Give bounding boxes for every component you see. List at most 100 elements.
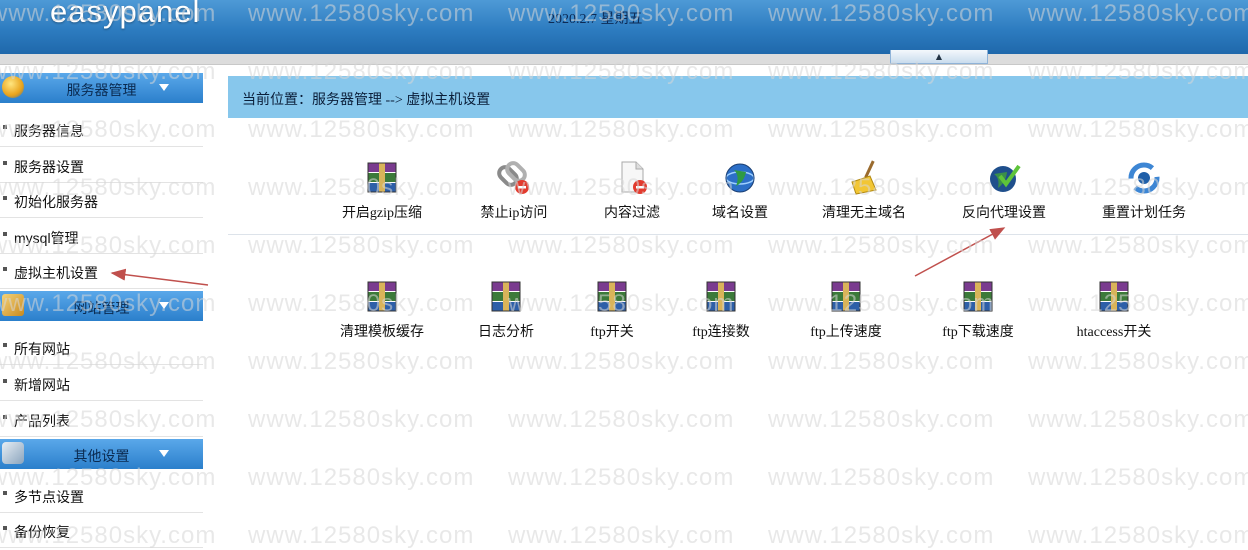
sidebar-item-mysql[interactable]: mysql管理 — [0, 218, 203, 254]
globe-icon — [725, 163, 755, 193]
tool-ftp-download-speed[interactable]: ftp下载速度 — [918, 279, 1038, 349]
tool-label: ftp开关 — [590, 325, 634, 340]
sidebar-item-label: 产品列表 — [14, 413, 70, 429]
tool-label: 域名设置 — [712, 206, 768, 221]
bullet-icon — [3, 232, 7, 236]
tool-domain-settings[interactable]: 域名设置 — [680, 160, 800, 230]
bullet-icon — [3, 125, 7, 129]
tool-clean-orphan-domains[interactable]: 清理无主域名 — [804, 160, 924, 230]
sidebar-item-label: 服务器信息 — [14, 123, 84, 139]
document-block-icon — [621, 161, 647, 194]
sidebar-item-label: 备份恢复 — [14, 524, 70, 540]
tool-clear-template-cache[interactable]: 清理模板缓存 — [322, 279, 442, 349]
sidebar-item-label: 多节点设置 — [14, 489, 84, 505]
tool-label: 禁止ip访问 — [480, 206, 548, 221]
current-date: 2020.2.7 星期五 — [548, 12, 643, 27]
broom-icon — [851, 160, 877, 195]
archive-books-icon — [367, 162, 397, 193]
watermark-text: www.12580sky.com — [768, 464, 995, 491]
globe-check-icon — [990, 164, 1021, 192]
tool-ftp-connections[interactable]: ftp连接数 — [661, 279, 781, 349]
watermark-text: www.12580sky.com — [248, 232, 475, 259]
tool-reset-cron[interactable]: 重置计划任务 — [1084, 160, 1204, 230]
tool-label: htaccess开关 — [1076, 325, 1152, 340]
sidebar-item-all-sites[interactable]: 所有网站 — [0, 329, 203, 365]
watermark-text: www.12580sky.com — [248, 116, 475, 143]
chevron-down-icon — [159, 450, 169, 457]
tool-reverse-proxy[interactable]: 反向代理设置 — [944, 160, 1064, 230]
annotation-arrow-proxy — [914, 227, 1006, 277]
tool-label: 清理模板缓存 — [340, 325, 424, 340]
watermark-text: www.12580sky.com — [508, 522, 735, 549]
tool-label: 反向代理设置 — [962, 206, 1046, 221]
bullet-icon — [3, 379, 7, 383]
sidebar-group-title: 其他设置 — [73, 450, 130, 465]
app-logo: easypanel — [50, 0, 201, 29]
bullet-icon — [3, 343, 7, 347]
sidebar-item-vhost-settings[interactable]: 虚拟主机设置 — [0, 253, 203, 289]
sidebar-group-title: 服务器管理 — [66, 84, 137, 99]
chevron-down-icon — [159, 302, 169, 309]
sidebar-item-label: 所有网站 — [14, 341, 70, 357]
bullet-icon — [3, 415, 7, 419]
top-header: easypanel 2020.2.7 星期五 — [0, 0, 1248, 54]
tool-ban-ip[interactable]: 禁止ip访问 — [454, 160, 574, 230]
sidebar-item-backup-restore[interactable]: 备份恢复 — [0, 512, 203, 548]
tool-label: 清理无主域名 — [822, 206, 906, 221]
tool-label: ftp下载速度 — [942, 325, 1014, 340]
tool-label: 重置计划任务 — [1102, 206, 1186, 221]
tool-label: ftp连接数 — [692, 325, 750, 340]
archive-books-icon — [831, 281, 861, 312]
breadcrumb: 当前位置：服务器管理 --> 虚拟主机设置 — [228, 76, 1248, 118]
sidebar-item-label: 初始化服务器 — [14, 194, 98, 210]
sidebar-item-new-site[interactable]: 新增网站 — [0, 365, 203, 401]
watermark-text: www.12580sky.com — [248, 522, 475, 549]
watermark-text: www.12580sky.com — [768, 116, 995, 143]
sidebar-item-label: 新增网站 — [14, 377, 70, 393]
tool-label: ftp上传速度 — [810, 325, 882, 340]
watermark-text: www.12580sky.com — [1028, 232, 1248, 259]
sidebar-item-init-server[interactable]: 初始化服务器 — [0, 182, 203, 218]
archive-books-icon — [367, 281, 397, 312]
sidebar-item-multi-node[interactable]: 多节点设置 — [0, 477, 203, 513]
tool-ftp-switch[interactable]: ftp开关 — [552, 279, 672, 349]
bullet-icon — [3, 196, 7, 200]
tool-content-filter[interactable]: 内容过滤 — [572, 160, 692, 230]
header-strip — [0, 54, 1248, 65]
sidebar-group-other[interactable]: 其他设置 — [0, 439, 203, 469]
watermark-text: www.12580sky.com — [1028, 522, 1248, 549]
sidebar-item-server-info[interactable]: 服务器信息 — [0, 111, 203, 147]
caret-up-icon: ▲ — [935, 52, 943, 61]
watermark-text: www.12580sky.com — [248, 406, 475, 433]
tool-label: 日志分析 — [478, 325, 534, 340]
chevron-down-icon — [159, 84, 169, 91]
tool-htaccess-switch[interactable]: htaccess开关 — [1054, 279, 1174, 349]
tool-ftp-upload-speed[interactable]: ftp上传速度 — [786, 279, 906, 349]
watermark-text: www.12580sky.com — [248, 348, 475, 375]
watermark-text: www.12580sky.com — [1028, 348, 1248, 375]
collapse-header-button[interactable]: ▲ — [890, 50, 988, 64]
watermark-text: www.12580sky.com — [508, 232, 735, 259]
watermark-text: www.12580sky.com — [1028, 406, 1248, 433]
tool-gzip[interactable]: 开启gzip压缩 — [322, 160, 442, 230]
sidebar-item-products[interactable]: 产品列表 — [0, 401, 203, 437]
sidebar-group-website[interactable]: 网站管理 — [0, 291, 203, 321]
archive-books-icon — [963, 281, 993, 312]
archive-books-icon — [491, 281, 521, 312]
bullet-icon — [3, 161, 7, 165]
watermark-text: www.12580sky.com — [508, 406, 735, 433]
watermark-text: www.12580sky.com — [1028, 464, 1248, 491]
archive-books-icon — [1099, 281, 1129, 312]
bullet-icon — [3, 267, 7, 271]
bullet-icon — [3, 526, 7, 530]
refresh-cycle-icon — [1128, 162, 1160, 194]
sidebar-item-server-settings[interactable]: 服务器设置 — [0, 147, 203, 183]
archive-books-icon — [706, 281, 736, 312]
sidebar-item-label: 虚拟主机设置 — [14, 265, 98, 281]
watermark-text: www.12580sky.com — [768, 522, 995, 549]
sidebar-item-label: mysql管理 — [14, 230, 79, 246]
watermark-text: www.12580sky.com — [1028, 116, 1248, 143]
tool-log-analysis[interactable]: 日志分析 — [446, 279, 566, 349]
sidebar-group-server[interactable]: 服务器管理 — [0, 73, 203, 103]
watermark-text: www.12580sky.com — [768, 406, 995, 433]
